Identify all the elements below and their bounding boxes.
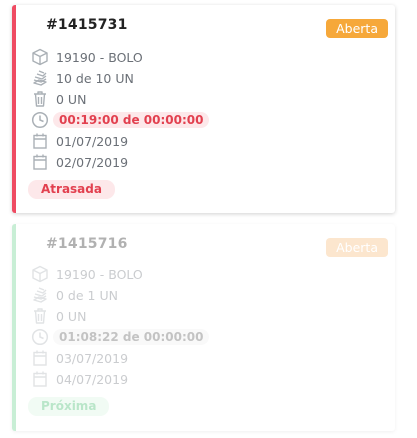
order-id: #1415716 <box>46 236 128 252</box>
time-text: 01:08:22 de 00:00:00 <box>53 329 210 345</box>
order-card[interactable]: #1415731 Aberta 19190 - BOLO 10 de 10 UN… <box>12 5 395 213</box>
product-row: 19190 - BOLO <box>30 47 143 67</box>
end-date-row: 04/07/2019 <box>30 369 128 389</box>
time-row: 01:08:22 de 00:00:00 <box>30 327 210 347</box>
time-row: 00:19:00 de 00:00:00 <box>30 110 210 130</box>
order-id: #1415731 <box>46 17 128 33</box>
stack-icon <box>30 69 49 88</box>
box-icon <box>30 48 49 67</box>
quantity-text: 10 de 10 UN <box>56 70 134 86</box>
waste-row: 0 UN <box>30 306 86 326</box>
quantity-row: 10 de 10 UN <box>30 68 134 88</box>
end-date-text: 02/07/2019 <box>56 154 129 170</box>
calendar-icon <box>30 132 49 151</box>
end-date-text: 04/07/2019 <box>56 371 129 387</box>
product-text: 19190 - BOLO <box>56 266 143 282</box>
quantity-row: 0 de 1 UN <box>30 285 118 305</box>
end-date-row: 02/07/2019 <box>30 152 128 172</box>
start-date-row: 03/07/2019 <box>30 348 128 368</box>
start-date-row: 01/07/2019 <box>30 131 128 151</box>
waste-text: 0 UN <box>56 308 87 324</box>
late-badge: Atrasada <box>28 180 115 199</box>
clock-icon <box>30 328 49 347</box>
status-badge: Aberta <box>326 19 388 38</box>
stack-icon <box>30 286 49 305</box>
next-badge: Próxima <box>28 397 110 416</box>
start-date-text: 01/07/2019 <box>56 133 129 149</box>
trash-icon <box>30 90 49 109</box>
clock-icon <box>30 111 49 130</box>
trash-icon <box>30 307 49 326</box>
product-row: 19190 - BOLO <box>30 264 143 284</box>
status-badge: Aberta <box>326 238 388 257</box>
calendar-icon <box>30 153 49 172</box>
calendar-icon <box>30 349 49 368</box>
quantity-text: 0 de 1 UN <box>56 287 118 303</box>
time-text: 00:19:00 de 00:00:00 <box>53 112 210 128</box>
order-card[interactable]: #1415716 Aberta 19190 - BOLO 0 de 1 UN 0… <box>12 224 395 431</box>
waste-text: 0 UN <box>56 91 87 107</box>
box-icon <box>30 265 49 284</box>
calendar-icon <box>30 370 49 389</box>
start-date-text: 03/07/2019 <box>56 350 129 366</box>
product-text: 19190 - BOLO <box>56 49 143 65</box>
waste-row: 0 UN <box>30 89 86 109</box>
